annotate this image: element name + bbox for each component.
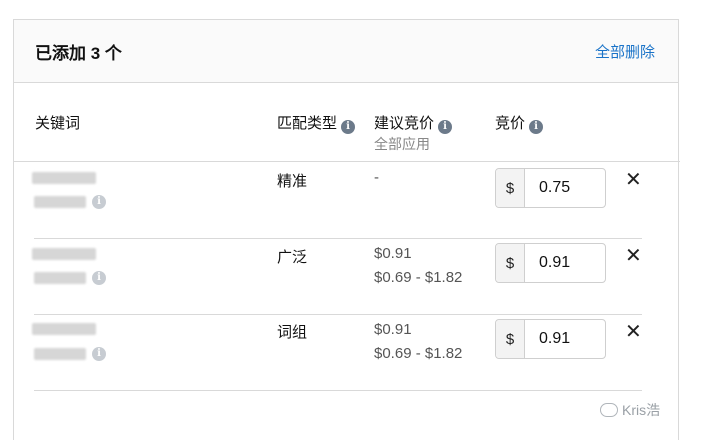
wechat-icon — [600, 403, 618, 417]
suggested-bid-range: $0.69 - $1.82 — [374, 345, 463, 362]
currency-prefix: $ — [496, 320, 525, 358]
suggested-bid-value: $0.91 — [374, 245, 412, 262]
bid-input[interactable] — [525, 320, 605, 358]
bid-label: 竞价 — [495, 115, 526, 132]
suggested-bid-range: $0.69 - $1.82 — [374, 269, 463, 286]
row-divider — [34, 314, 642, 315]
bid-input-group: $ — [495, 319, 606, 359]
bid-input-group: $ — [495, 168, 606, 208]
column-header-match-type: 匹配类型 i — [277, 112, 356, 134]
match-type-value: 精准 — [277, 173, 308, 190]
info-icon[interactable]: i — [92, 271, 106, 285]
column-header-bid: 竞价 i — [495, 112, 544, 134]
keyword-subtext-redacted — [34, 348, 86, 360]
bid-input[interactable] — [525, 169, 605, 207]
suggested-bid-value: - — [374, 169, 379, 186]
watermark: Kris浩 — [600, 400, 660, 420]
added-keywords-panel: 已添加 3 个 全部删除 关键词 匹配类型 i 建议竞价 i 全部应用 竞价 i i … — [13, 19, 680, 440]
info-icon[interactable]: i — [92, 195, 106, 209]
remove-keyword-icon[interactable]: ✕ — [625, 170, 642, 190]
bid-input-group: $ — [495, 243, 606, 283]
bid-input[interactable] — [525, 244, 605, 282]
match-type-value: 广泛 — [277, 249, 308, 266]
added-count-title: 已添加 3 个 — [35, 44, 122, 63]
row-divider — [34, 238, 642, 239]
suggested-bid-value: $0.91 — [374, 321, 412, 338]
remove-keyword-icon[interactable]: ✕ — [625, 322, 642, 342]
row-divider — [34, 390, 642, 391]
currency-prefix: $ — [496, 169, 525, 207]
apply-all-link[interactable]: 全部应用 — [374, 134, 430, 154]
keyword-text-redacted — [32, 323, 96, 335]
suggested-bid-label: 建议竞价 — [374, 115, 435, 132]
info-icon[interactable]: i — [529, 120, 544, 134]
header-divider — [14, 161, 680, 162]
keyword-subtext-redacted — [34, 196, 86, 208]
info-icon[interactable]: i — [341, 120, 356, 134]
panel-header: 已添加 3 个 全部删除 — [14, 20, 678, 83]
currency-prefix: $ — [496, 244, 525, 282]
keyword-subtext-redacted — [34, 272, 86, 284]
column-header-suggested-bid: 建议竞价 i — [374, 112, 453, 134]
match-type-value: 词组 — [277, 324, 308, 341]
keyword-text-redacted — [32, 248, 96, 260]
remove-keyword-icon[interactable]: ✕ — [625, 246, 642, 266]
watermark-text: Kris浩 — [622, 402, 661, 418]
match-type-label: 匹配类型 — [277, 115, 338, 132]
info-icon[interactable]: i — [92, 347, 106, 361]
delete-all-link[interactable]: 全部删除 — [595, 41, 655, 62]
keyword-text-redacted — [32, 172, 96, 184]
info-icon[interactable]: i — [438, 120, 453, 134]
column-header-keyword: 关键词 — [35, 115, 81, 132]
